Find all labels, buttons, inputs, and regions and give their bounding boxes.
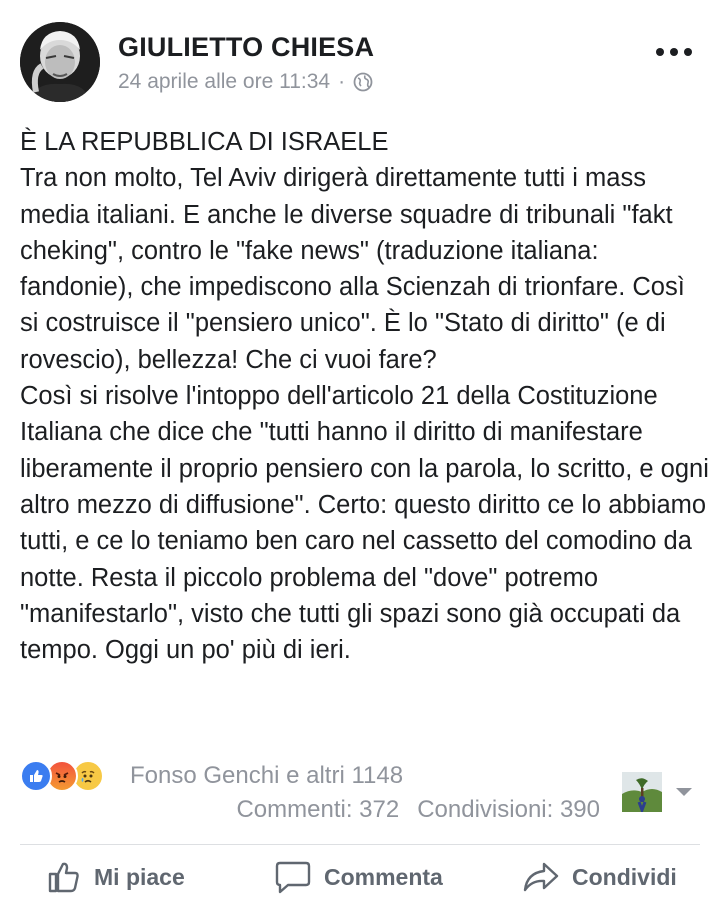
action-bar: Mi piace Commenta Condividi [0,845,720,915]
reaction-icons[interactable] [20,760,104,792]
shares-count[interactable]: Condivisioni: 390 [417,796,600,823]
comment-button[interactable]: Commenta [274,859,443,895]
comment-label: Commenta [324,863,443,890]
globe-icon [353,72,373,92]
author-avatar[interactable] [20,22,100,102]
post-text: È LA REPUBBLICA DI ISRAELE Tra non molto… [20,128,709,665]
comments-count[interactable]: Commenti: 372 [236,796,399,823]
post-timestamp[interactable]: 24 aprile alle ore 11:34 [118,70,330,94]
reaction-summary[interactable]: Fonso Genchi e altri 1148 [130,762,403,790]
engagement-counts: Commenti: 372 Condivisioni: 390 [236,796,600,824]
like-button[interactable]: Mi piace [46,859,185,895]
author-name[interactable]: GIULIETTO CHIESA [118,32,374,63]
viewer-avatar[interactable] [622,772,662,812]
meta-separator: · [338,70,346,93]
post-meta: 24 aprile alle ore 11:34 · [118,70,373,94]
share-label: Condividi [572,863,677,890]
more-options-icon[interactable] [656,42,692,62]
audience-dropdown-icon[interactable] [676,788,692,796]
share-button[interactable]: Condividi [522,859,677,895]
thumbs-up-icon [46,859,82,895]
like-label: Mi piace [94,863,185,890]
like-reaction-icon [20,760,52,792]
comment-icon [274,859,312,895]
share-icon [522,859,560,895]
